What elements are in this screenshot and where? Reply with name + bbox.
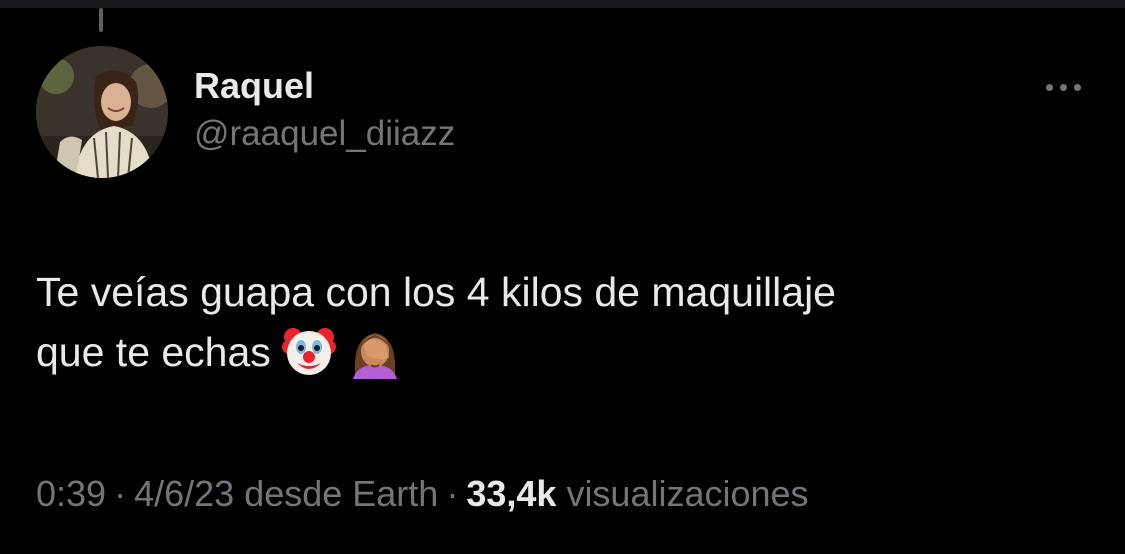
thread-connector-line (99, 8, 103, 32)
more-options-icon (1045, 83, 1053, 91)
author-info: Raquel @raaquel_diiazz (194, 62, 455, 158)
tweet-text: Te veías guapa con los 4 kilos de maquil… (36, 262, 1076, 383)
separator: · (446, 473, 459, 514)
tweet-date[interactable]: 4/6/23 (134, 473, 234, 514)
profile-photo-icon (36, 46, 168, 178)
tweet-source: desde Earth (244, 473, 439, 514)
more-options-button[interactable] (1036, 70, 1090, 104)
face-palm-emoji-icon (347, 323, 403, 380)
more-options-dot (1073, 83, 1081, 91)
tweet-text-line-2: que te echas (36, 322, 1076, 383)
avatar[interactable] (36, 46, 168, 178)
tweet-time[interactable]: 0:39 (36, 473, 106, 514)
top-divider (0, 0, 1125, 8)
tweet-text-line-1: Te veías guapa con los 4 kilos de maquil… (36, 269, 836, 315)
views-label: visualizaciones (566, 473, 809, 514)
clown-face-emoji-icon (281, 323, 337, 379)
tweet-text-line-2-text: que te echas (36, 329, 271, 375)
tweet-metadata: 0:39 · 4/6/23 desde Earth · 33,4k visualizac… (36, 470, 809, 518)
author-handle[interactable]: @raaquel_diiazz (194, 110, 455, 158)
more-options-dot (1059, 83, 1067, 91)
separator: · (114, 473, 127, 514)
views-count[interactable]: 33,4k (466, 473, 556, 514)
author-display-name[interactable]: Raquel (194, 62, 455, 110)
